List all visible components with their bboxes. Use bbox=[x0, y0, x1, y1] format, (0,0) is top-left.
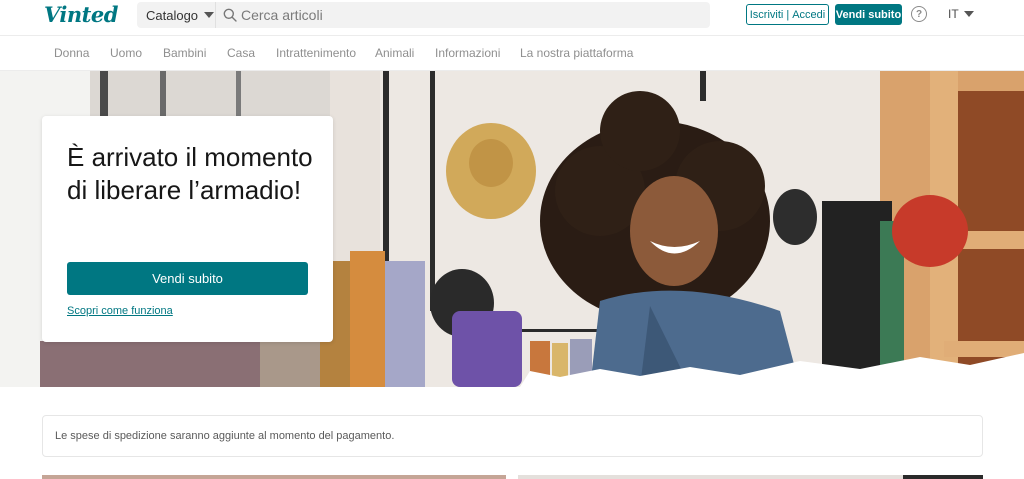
chevron-down-icon bbox=[963, 11, 974, 17]
item-card-preview[interactable] bbox=[518, 475, 983, 479]
catalog-label: Catalogo bbox=[146, 7, 199, 23]
language-label: IT bbox=[948, 7, 959, 21]
language-selector[interactable]: IT bbox=[948, 7, 974, 21]
hero-title: È arrivato il momento di liberare l’arma… bbox=[67, 142, 313, 205]
signup-login-button[interactable]: Iscriviti | Accedi bbox=[746, 4, 829, 25]
hero-banner: È arrivato il momento di liberare l’arma… bbox=[0, 71, 1024, 387]
auth-separator: | bbox=[786, 8, 790, 21]
help-icon[interactable]: ? bbox=[911, 6, 927, 22]
category-nav: Donna Uomo Bambini Casa Intrattenimento … bbox=[0, 35, 1024, 71]
item-card-preview-detail bbox=[903, 475, 983, 479]
nav-item-intrattenimento[interactable]: Intrattenimento bbox=[276, 46, 356, 60]
how-it-works-link[interactable]: Scopri come funziona bbox=[67, 305, 173, 317]
nav-item-informazioni[interactable]: Informazioni bbox=[435, 46, 500, 60]
nav-item-uomo[interactable]: Uomo bbox=[110, 46, 142, 60]
shipping-notice: Le spese di spedizione saranno aggiunte … bbox=[42, 415, 983, 457]
nav-item-bambini[interactable]: Bambini bbox=[163, 46, 206, 60]
search-icon bbox=[223, 8, 237, 22]
search-bar: Catalogo bbox=[137, 2, 710, 28]
nav-item-piattaforma[interactable]: La nostra piattaforma bbox=[520, 46, 633, 60]
nav-item-casa[interactable]: Casa bbox=[227, 46, 255, 60]
hero-sell-button[interactable]: Vendi subito bbox=[67, 262, 308, 295]
hero-card: È arrivato il momento di liberare l’arma… bbox=[42, 116, 333, 342]
chevron-down-icon bbox=[204, 12, 215, 18]
vinted-logo[interactable]: Vinted bbox=[44, 2, 118, 27]
search-input[interactable] bbox=[241, 2, 701, 28]
signup-label[interactable]: Iscriviti bbox=[750, 9, 784, 21]
shipping-notice-text: Le spese di spedizione saranno aggiunte … bbox=[55, 430, 395, 442]
catalog-dropdown[interactable]: Catalogo bbox=[137, 2, 216, 28]
sell-now-button[interactable]: Vendi subito bbox=[835, 4, 902, 25]
nav-item-animali[interactable]: Animali bbox=[375, 46, 414, 60]
item-card-preview[interactable] bbox=[42, 475, 506, 479]
top-header: Vinted Catalogo Iscriviti | Accedi Vendi… bbox=[0, 0, 1024, 35]
login-label[interactable]: Accedi bbox=[792, 9, 825, 21]
nav-item-donna[interactable]: Donna bbox=[54, 46, 89, 60]
